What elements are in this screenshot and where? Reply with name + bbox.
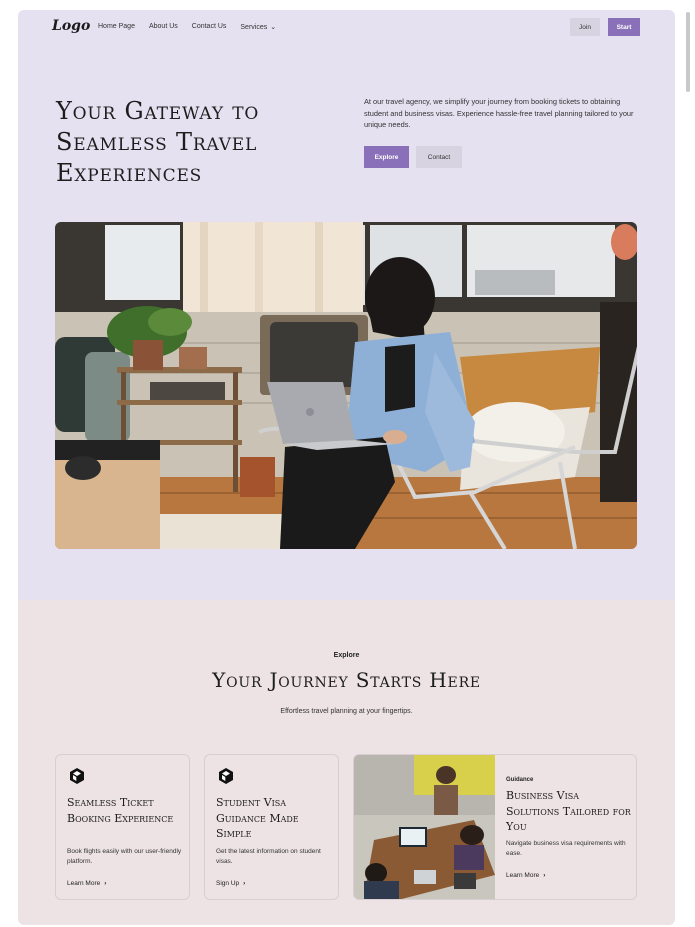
nav-link-about[interactable]: About Us	[149, 23, 178, 31]
learn-more-link[interactable]: Learn More ›	[67, 880, 106, 887]
hero-image	[55, 222, 637, 549]
nav-link-home[interactable]: Home Page	[98, 23, 135, 31]
link-label: Learn More	[506, 872, 540, 879]
contact-button[interactable]: Contact	[416, 146, 462, 168]
hero-description: At our travel agency, we simplify your j…	[364, 97, 634, 129]
page-content: Logo Home Page About Us Contact Us Servi…	[18, 10, 675, 925]
card-text: Navigate business visa requirements with…	[506, 840, 626, 857]
card-title: Student Visa Guidance Made Simple	[216, 796, 299, 840]
start-button[interactable]: Start	[608, 18, 640, 36]
feature-card-business-visa: Guidance Business Visa Solutions Tailore…	[353, 754, 637, 900]
logo[interactable]: Logo	[52, 18, 90, 34]
chevron-right-icon: ›	[243, 880, 246, 887]
top-nav: Logo Home Page About Us Contact Us Servi…	[18, 10, 675, 46]
scrollbar[interactable]	[684, 10, 692, 915]
cube-icon	[219, 768, 233, 784]
chevron-right-icon: ›	[104, 880, 107, 887]
nav-link-contact[interactable]: Contact Us	[192, 23, 227, 31]
section-subtitle: Effortless travel planning at your finge…	[280, 708, 413, 715]
nav-link-services[interactable]: Services ⌄	[240, 23, 276, 31]
office-photo	[354, 755, 495, 899]
card-text: Get the latest information on student vi…	[216, 848, 321, 865]
explore-button[interactable]: Explore	[364, 146, 409, 168]
chevron-right-icon: ›	[543, 872, 546, 879]
join-button[interactable]: Join	[570, 18, 600, 36]
chevron-down-icon: ⌄	[270, 24, 277, 31]
hero-title: Your Gateway to Seamless Travel Experien…	[56, 97, 260, 187]
cube-icon	[70, 768, 84, 784]
learn-more-link[interactable]: Learn More ›	[506, 872, 545, 879]
sign-up-link[interactable]: Sign Up ›	[216, 880, 245, 887]
card-title: Seamless Ticket Booking Experience	[67, 796, 174, 825]
nav-link-services-label: Services	[240, 24, 268, 31]
link-label: Learn More	[67, 880, 101, 887]
nav-links: Home Page About Us Contact Us Services ⌄	[98, 23, 276, 31]
card-tag: Guidance	[506, 777, 534, 783]
link-label: Sign Up	[216, 880, 240, 887]
card-title: Business Visa Solutions Tailored for You	[506, 789, 631, 833]
section-eyebrow: Explore	[333, 652, 360, 659]
feature-card-ticket: Seamless Ticket Booking Experience Book …	[55, 754, 190, 900]
scrollbar-thumb[interactable]	[686, 12, 690, 92]
section-title: Your Journey Starts Here	[212, 668, 481, 692]
feature-card-student-visa: Student Visa Guidance Made Simple Get th…	[204, 754, 339, 900]
card-text: Book flights easily with our user-friend…	[67, 848, 182, 865]
